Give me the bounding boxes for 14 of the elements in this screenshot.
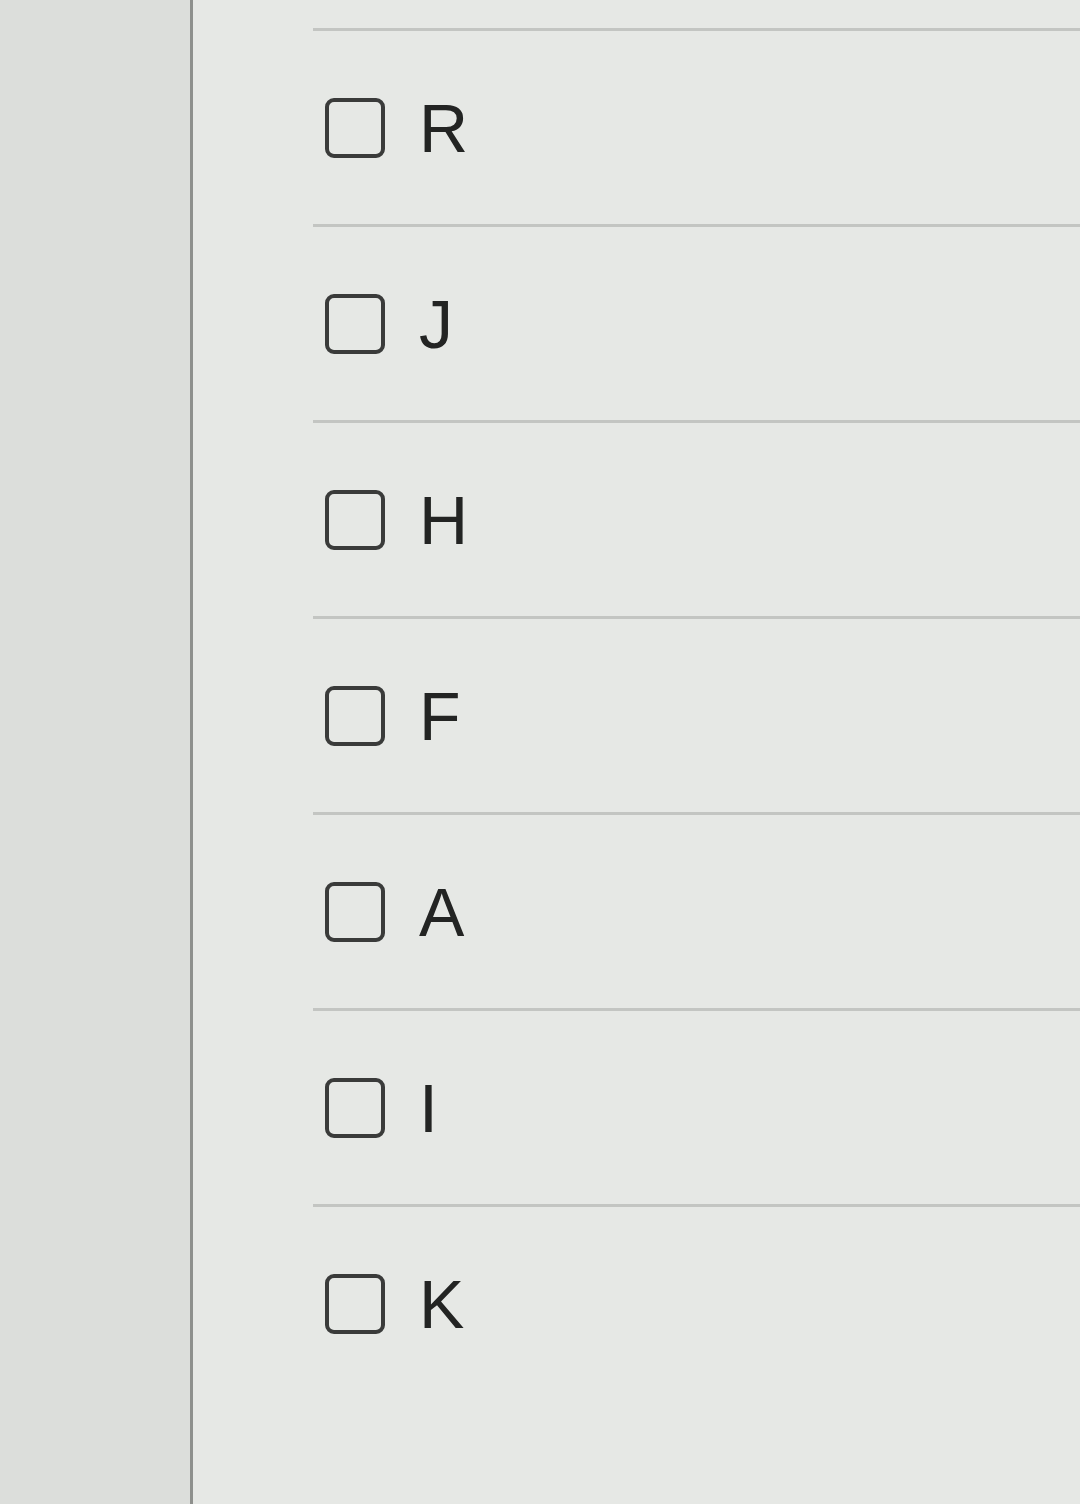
option-label[interactable]: R — [419, 93, 469, 162]
checkbox[interactable] — [325, 97, 385, 158]
option-label[interactable]: I — [419, 1073, 438, 1142]
option-label[interactable]: K — [419, 1269, 465, 1338]
option-label[interactable]: A — [419, 877, 465, 946]
checkbox[interactable] — [325, 1273, 385, 1334]
option-label[interactable]: F — [419, 681, 461, 750]
option-label[interactable]: H — [419, 485, 469, 554]
option-label[interactable]: J — [419, 289, 453, 358]
checkbox[interactable] — [325, 881, 385, 942]
checkbox[interactable] — [325, 685, 385, 746]
checkbox[interactable] — [325, 293, 385, 354]
checkbox[interactable] — [325, 489, 385, 550]
checkbox[interactable] — [325, 1077, 385, 1138]
